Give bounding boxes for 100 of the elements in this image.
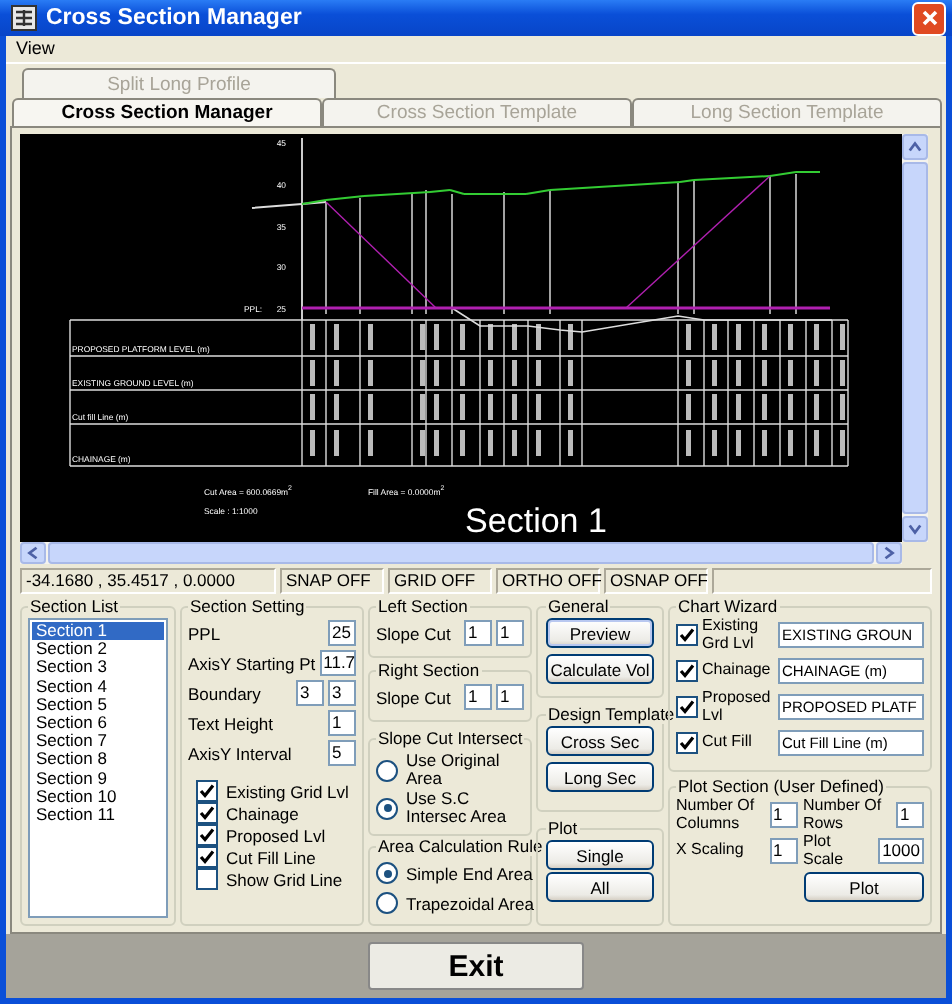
checkbox-label: Existing Grid Lvl: [226, 781, 349, 801]
button[interactable]: Calculate Vol: [546, 654, 654, 684]
group-title: Plot: [546, 818, 580, 838]
group-title: General: [546, 596, 611, 616]
group-title: Design Template: [546, 704, 677, 724]
close-button[interactable]: [912, 1, 946, 35]
section-title: Section 1: [465, 502, 607, 540]
checkbox-label: Existing Grd Lvl: [702, 618, 761, 652]
field-label: Text Height: [188, 713, 276, 733]
button[interactable]: Preview: [546, 618, 654, 648]
menu-item[interactable]: View: [12, 36, 59, 62]
input-field[interactable]: 1000: [878, 838, 924, 864]
radio-button[interactable]: [376, 892, 398, 914]
status-toggle[interactable]: GRID OFF: [388, 568, 492, 594]
group-title: Plot Section (User Defined): [676, 776, 886, 796]
app-icon: [10, 4, 38, 32]
scroll-left-button[interactable]: [20, 542, 46, 564]
input-field[interactable]: 1: [496, 684, 524, 710]
radio-button[interactable]: [376, 862, 398, 884]
checkbox-label: Show Grid Line: [226, 869, 343, 889]
field-label: X Scaling: [676, 842, 746, 860]
radio-label: Use Original Area: [406, 752, 502, 788]
input-field[interactable]: 1: [769, 838, 797, 864]
list-item[interactable]: Section 10: [32, 787, 164, 807]
checkbox[interactable]: [196, 846, 218, 868]
list-item[interactable]: Section 4: [32, 677, 164, 696]
radio-label: Trapezoidal Area: [406, 893, 534, 913]
checkbox[interactable]: [676, 732, 698, 754]
input-field[interactable]: 1: [769, 802, 797, 828]
radio-label: Use S.C Intersec Area: [406, 790, 509, 826]
input-field[interactable]: 11.7: [319, 650, 356, 676]
field-label: AxisY Interval: [188, 743, 294, 763]
input-field[interactable]: 1: [464, 684, 492, 710]
exit-button[interactable]: Exit: [368, 942, 584, 990]
list-item[interactable]: Section 5: [32, 695, 164, 715]
checkbox-label: Cut Fill: [702, 734, 754, 752]
input-field[interactable]: 1: [464, 620, 492, 646]
scroll-up-button[interactable]: [902, 134, 928, 160]
scroll-down-button[interactable]: [902, 516, 928, 542]
arrow-right-icon: [882, 546, 896, 560]
input-field[interactable]: 5: [328, 740, 356, 766]
list-item[interactable]: Section 8: [32, 750, 164, 770]
field-label: AxisY Starting Pt: [188, 653, 316, 673]
radio-button[interactable]: [376, 759, 398, 781]
checkbox[interactable]: [676, 696, 698, 718]
list-item[interactable]: Section 1: [32, 622, 164, 641]
radio-label: Simple End Area: [406, 863, 533, 883]
field-label: Plot Scale: [803, 834, 846, 868]
arrow-left-icon: [26, 546, 40, 560]
input-field[interactable]: 1: [496, 620, 524, 646]
list-item[interactable]: Section 9: [32, 769, 164, 788]
status-toggle[interactable]: OSNAP OFF: [604, 568, 708, 594]
group-title: Left Section: [376, 596, 470, 616]
group-title: Area Calculation Rule: [376, 836, 545, 856]
close-icon: [919, 8, 939, 28]
field-label: Boundary: [188, 683, 263, 703]
arrow-up-icon: [908, 140, 922, 154]
tab[interactable]: Cross Section Manager: [12, 98, 322, 126]
list-item[interactable]: Section 7: [32, 732, 164, 751]
button[interactable]: Cross Sec: [546, 726, 654, 756]
checkbox[interactable]: [676, 660, 698, 682]
checkbox[interactable]: [676, 624, 698, 646]
field-label: Number Of Columns: [676, 798, 757, 832]
field-label: Number Of Rows: [803, 798, 884, 832]
group-title: Section List: [28, 596, 120, 616]
window-title: Cross Section Manager: [46, 6, 304, 30]
input-field[interactable]: 3: [328, 680, 356, 706]
list-item[interactable]: Section 2: [32, 640, 164, 659]
radio-button[interactable]: [376, 797, 398, 819]
scroll-right-button[interactable]: [876, 542, 902, 564]
list-item[interactable]: Section 6: [32, 714, 164, 733]
arrow-down-icon: [908, 522, 922, 536]
input-field[interactable]: 25: [328, 620, 356, 646]
button[interactable]: Single: [546, 840, 654, 870]
coordinates-readout: -34.1680 , 35.4517 , 0.0000: [20, 568, 276, 594]
button[interactable]: Long Sec: [546, 762, 654, 792]
checkbox-label: Chainage: [702, 662, 773, 680]
field-label: Slope Cut: [376, 623, 453, 643]
group-title: Slope Cut Intersect: [376, 728, 525, 748]
checkbox[interactable]: [196, 780, 218, 802]
input-field[interactable]: 1: [896, 802, 924, 828]
checkbox-label: Chainage: [226, 803, 299, 823]
checkbox[interactable]: [196, 824, 218, 846]
checkbox[interactable]: [196, 868, 218, 890]
group-title: Section Setting: [188, 596, 307, 616]
input-field[interactable]: 3: [296, 680, 324, 706]
group-title: Right Section: [376, 660, 482, 680]
checkbox[interactable]: [196, 802, 218, 824]
field-label: Slope Cut: [376, 687, 453, 707]
checkbox-label: Proposed Lvl: [702, 690, 773, 724]
status-toggle[interactable]: SNAP OFF: [280, 568, 384, 594]
input-field[interactable]: 1: [328, 710, 356, 736]
plot-button[interactable]: Plot: [804, 872, 924, 902]
status-toggle[interactable]: ORTHO OFF: [496, 568, 600, 594]
button[interactable]: All: [546, 872, 654, 902]
list-item[interactable]: Section 3: [32, 658, 164, 678]
group-title: Chart Wizard: [676, 596, 780, 616]
checkbox-label: Proposed Lvl: [226, 825, 326, 845]
field-label: PPL: [188, 623, 223, 643]
list-item[interactable]: Section 11: [32, 806, 164, 825]
